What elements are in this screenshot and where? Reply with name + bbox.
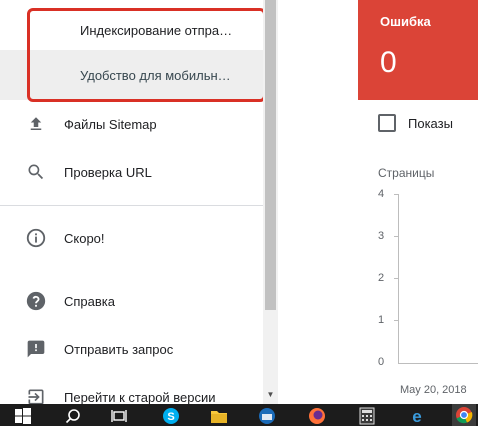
sidebar-subitem-mobile-usability[interactable]: Удобство для мобильн… <box>0 50 263 100</box>
error-card-title: Ошибка <box>380 14 431 29</box>
sidebar-item-coming-soon[interactable]: Скоро! <box>0 216 263 260</box>
sidebar-scrollbar-thumb[interactable] <box>265 0 276 310</box>
y-tick-label: 3 <box>378 230 385 242</box>
impressions-checkbox[interactable] <box>378 114 396 132</box>
y-gridtick <box>394 278 398 279</box>
sidebar-item-send-feedback[interactable]: Отправить запрос <box>0 327 263 371</box>
y-gridtick <box>394 236 398 237</box>
impressions-label: Показы <box>408 115 453 131</box>
y-gridtick <box>394 194 398 195</box>
sidebar-subitem-indexing[interactable]: Индексирование отпра… <box>0 5 263 55</box>
info-icon <box>24 226 48 250</box>
sidebar-item-label: Проверка URL <box>64 164 152 180</box>
sidebar-subitem-label: Удобство для мобильн… <box>80 67 231 83</box>
scroll-down-arrow-icon[interactable]: ▼ <box>263 387 278 402</box>
sidebar-item-label: Перейти к старой версии <box>64 389 216 405</box>
feedback-icon <box>24 337 48 361</box>
sidebar-item-label: Файлы Sitemap <box>64 116 157 132</box>
impressions-toggle[interactable]: Показы <box>378 112 453 134</box>
windows-taskbar: S e <box>0 404 478 426</box>
exit-icon <box>24 385 48 404</box>
y-axis-line <box>398 194 399 364</box>
firefox-icon[interactable] <box>308 407 326 425</box>
search-icon <box>24 160 48 184</box>
sidebar: Индексирование отпра… Удобство для мобил… <box>0 0 263 404</box>
sidebar-subitem-label: Индексирование отпра… <box>80 22 233 38</box>
svg-text:e: e <box>412 407 421 425</box>
sidebar-item-label: Скоро! <box>64 230 105 246</box>
search-icon[interactable] <box>64 407 82 425</box>
x-tick-label: May 20, 2018 <box>400 384 467 396</box>
sidebar-item-help[interactable]: Справка <box>0 279 263 323</box>
y-tick-label: 4 <box>378 188 385 200</box>
edge-icon[interactable]: e <box>408 407 426 425</box>
svg-text:S: S <box>167 411 174 423</box>
sidebar-item-old-version[interactable]: Перейти к старой версии <box>0 375 263 404</box>
file-explorer-icon[interactable] <box>210 407 228 425</box>
upload-icon <box>24 112 48 136</box>
sidebar-item-label: Справка <box>64 293 115 309</box>
y-tick-label: 1 <box>378 314 385 326</box>
sidebar-divider <box>0 205 263 206</box>
thunderbird-icon[interactable] <box>258 407 276 425</box>
chrome-icon[interactable] <box>452 404 476 426</box>
sidebar-item-url-inspection[interactable]: Проверка URL <box>0 150 263 194</box>
chart-y-axis-label: Страницы <box>378 166 435 180</box>
y-tick-label: 0 <box>378 356 385 368</box>
help-icon <box>24 289 48 313</box>
error-card-value: 0 <box>380 46 397 79</box>
y-tick-label: 2 <box>378 272 385 284</box>
task-view-icon[interactable] <box>110 407 128 425</box>
y-gridtick <box>394 320 398 321</box>
sidebar-item-label: Отправить запрос <box>64 341 174 357</box>
x-axis-line <box>398 363 478 364</box>
calculator-icon[interactable] <box>358 407 376 425</box>
windows-start-icon[interactable] <box>14 407 32 425</box>
content-gap <box>278 0 358 404</box>
sidebar-item-sitemaps[interactable]: Файлы Sitemap <box>0 102 263 146</box>
skype-icon[interactable]: S <box>162 407 180 425</box>
error-summary-card[interactable]: Ошибка 0 <box>358 0 478 100</box>
chart-area: Страницы 4 3 2 1 0 May 20, 2018 <box>358 150 478 404</box>
